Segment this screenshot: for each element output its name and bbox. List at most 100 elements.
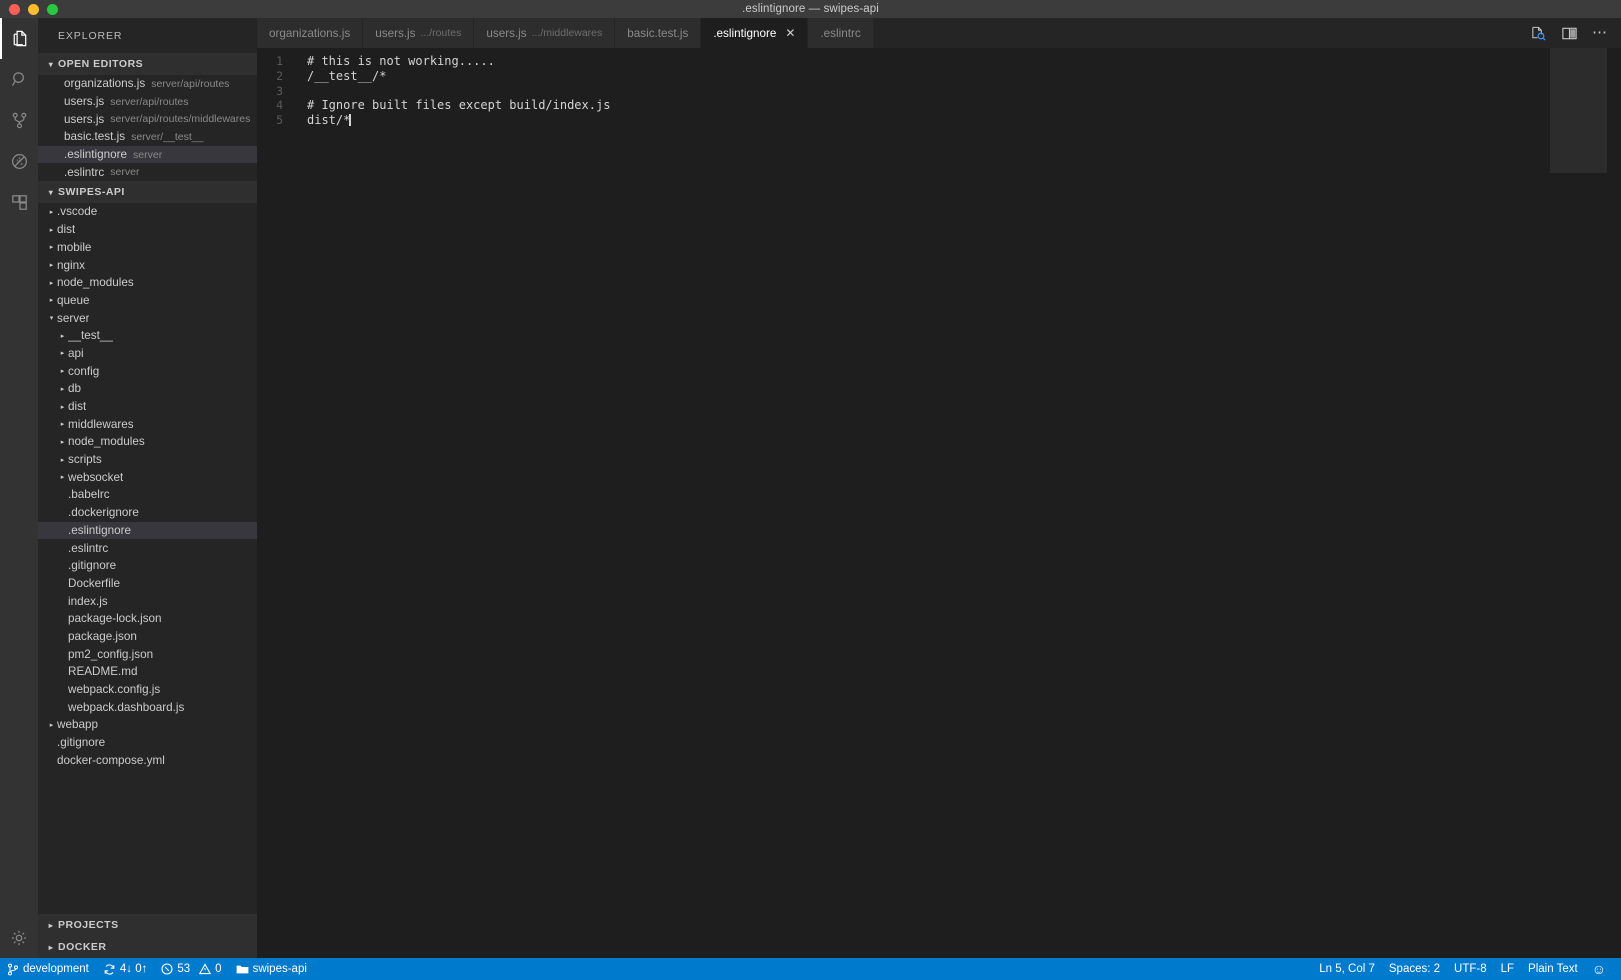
activity-item-explorer[interactable] [0,18,38,59]
activity-item-search[interactable] [0,59,38,100]
tree-folder[interactable]: ▸ api [38,345,257,363]
tree-folder[interactable]: ▸ dist [38,398,257,416]
status-indentation[interactable]: Spaces: 2 [1382,958,1447,980]
tree-file[interactable]: .gitignore [38,557,257,575]
editor-tab[interactable]: users.js .../routes [363,18,475,48]
tree-item-label: .eslintignore [68,523,132,537]
chevron-right-icon: ▸ [60,421,65,429]
tree-file[interactable]: .babelrc [38,486,257,504]
editor-scrollbar[interactable] [1607,48,1621,958]
open-editor-item[interactable]: basic.test.js server/__test__ [38,128,257,146]
editor-tab[interactable]: .eslintignore ✕ [701,18,809,48]
section-header-workspace[interactable]: ▾ SWIPES-API [38,181,257,204]
status-sync-label: 4↓ 0↑ [119,963,148,975]
open-editor-item[interactable]: users.js server/api/routes [38,93,257,111]
status-eol[interactable]: LF [1494,958,1521,980]
file-tree: ▸ .vscode ▸ dist ▸ mobile ▸ nginx ▸ node_modules ▸… [38,203,257,769]
status-folder[interactable]: swipes-api [229,958,314,980]
tree-file[interactable]: .gitignore [38,734,257,752]
tree-folder[interactable]: ▸ dist [38,221,257,239]
open-editor-path: server/__test__ [131,130,204,143]
editor-tab[interactable]: users.js .../middlewares [474,18,616,48]
zoom-window-button[interactable] [47,3,58,15]
open-preview-icon[interactable] [1530,25,1547,42]
chevron-right-icon: ▸ [60,438,65,446]
tree-file[interactable]: .dockerignore [38,504,257,522]
line-number: 4 [276,98,283,113]
section-label-workspace: SWIPES-API [58,186,125,199]
open-editor-item[interactable]: .eslintignore server [38,145,257,164]
code-line[interactable]: /__test__/* [307,69,1621,84]
tree-file[interactable]: README.md [38,663,257,681]
chevron-down-icon: ▾ [49,315,54,323]
code-line[interactable]: # this is not working..... [307,54,1621,69]
open-editor-item[interactable]: organizations.js server/api/routes [38,75,257,93]
tree-folder[interactable]: ▸ middlewares [38,415,257,433]
status-problems[interactable]: 53 0 [154,958,228,980]
tree-folder[interactable]: ▸ node_modules [38,433,257,451]
tree-file[interactable]: Dockerfile [38,575,257,593]
status-language-mode[interactable]: Plain Text [1521,958,1585,980]
tree-folder[interactable]: ▸ .vscode [38,203,257,221]
activity-item-manage[interactable] [0,917,38,958]
chevron-right-icon: ▸ [60,385,65,393]
editor-tab[interactable]: .eslintrc [808,18,874,48]
tree-file[interactable]: docker-compose.yml [38,751,257,769]
text-editor[interactable]: 12345 # this is not working...../__test_… [257,48,1621,958]
section-header-open-editors[interactable]: ▾ OPEN EDITORS [38,53,257,75]
tree-folder[interactable]: ▾ server [38,309,257,327]
activity-item-extensions[interactable] [0,182,38,223]
minimap-slider[interactable] [1550,48,1607,173]
open-editor-item[interactable]: .eslintrc server [38,163,257,181]
activity-item-source-control[interactable] [0,100,38,141]
code-line[interactable]: # Ignore built files except build/index.… [307,98,1621,113]
feedback-smiley-icon[interactable]: ☺ [1585,958,1613,980]
status-encoding[interactable]: UTF-8 [1447,958,1494,980]
tree-folder[interactable]: ▸ websocket [38,468,257,486]
tree-file[interactable]: webpack.dashboard.js [38,698,257,716]
line-number: 2 [276,68,283,83]
chevron-right-icon: ▸ [60,403,65,411]
tree-folder[interactable]: ▸ config [38,362,257,380]
tree-folder[interactable]: ▸ db [38,380,257,398]
tree-file[interactable]: index.js [38,592,257,610]
tab-label: basic.test.js [627,26,689,40]
editor-tab[interactable]: organizations.js [257,18,364,48]
tree-item-label: middlewares [68,417,134,431]
close-window-button[interactable] [9,3,20,15]
tree-folder[interactable]: ▸ scripts [38,451,257,469]
tree-file[interactable]: pm2_config.json [38,645,257,663]
code-line[interactable]: dist/* [307,113,1621,128]
tree-file[interactable]: package.json [38,628,257,646]
tree-folder[interactable]: ▸ mobile [38,239,257,257]
status-branch[interactable]: development [0,958,96,980]
tree-file[interactable]: .eslintignore [38,521,257,540]
status-bar-left: development 4↓ 0↑ 53 0 swipes-api [0,958,314,980]
editor-tab[interactable]: basic.test.js [615,18,702,48]
tree-file[interactable]: .eslintrc [38,539,257,557]
split-editor-icon[interactable] [1561,25,1578,42]
activity-item-debug[interactable] [0,141,38,182]
status-sync[interactable]: 4↓ 0↑ [96,958,155,980]
tree-item-label: __test__ [68,329,113,343]
open-editor-item[interactable]: users.js server/api/routes/middlewares [38,110,257,128]
sidebar-bottom-sections: ▸ PROJECTS ▸ DOCKER [38,914,257,958]
tree-folder[interactable]: ▸ queue [38,292,257,310]
open-editor-name: basic.test.js [64,130,126,144]
tree-item-label: pm2_config.json [68,647,154,661]
tree-file[interactable]: webpack.config.js [38,681,257,699]
minimize-window-button[interactable] [28,3,39,15]
section-header-projects[interactable]: ▸ PROJECTS [38,914,257,936]
tree-folder[interactable]: ▸ __test__ [38,327,257,345]
section-header-docker[interactable]: ▸ DOCKER [38,936,257,958]
more-actions-icon[interactable]: ⋯ [1592,25,1607,40]
tree-file[interactable]: package-lock.json [38,610,257,628]
editor-content[interactable]: # this is not working...../__test__/* # I… [301,48,1621,958]
status-cursor-position[interactable]: Ln 5, Col 7 [1312,958,1382,980]
tree-folder[interactable]: ▸ node_modules [38,274,257,292]
code-line[interactable] [307,84,1621,99]
source-control-icon [9,110,30,131]
tree-folder[interactable]: ▸ nginx [38,256,257,274]
tree-folder[interactable]: ▸ webapp [38,716,257,734]
tab-close-icon[interactable]: ✕ [785,27,795,39]
